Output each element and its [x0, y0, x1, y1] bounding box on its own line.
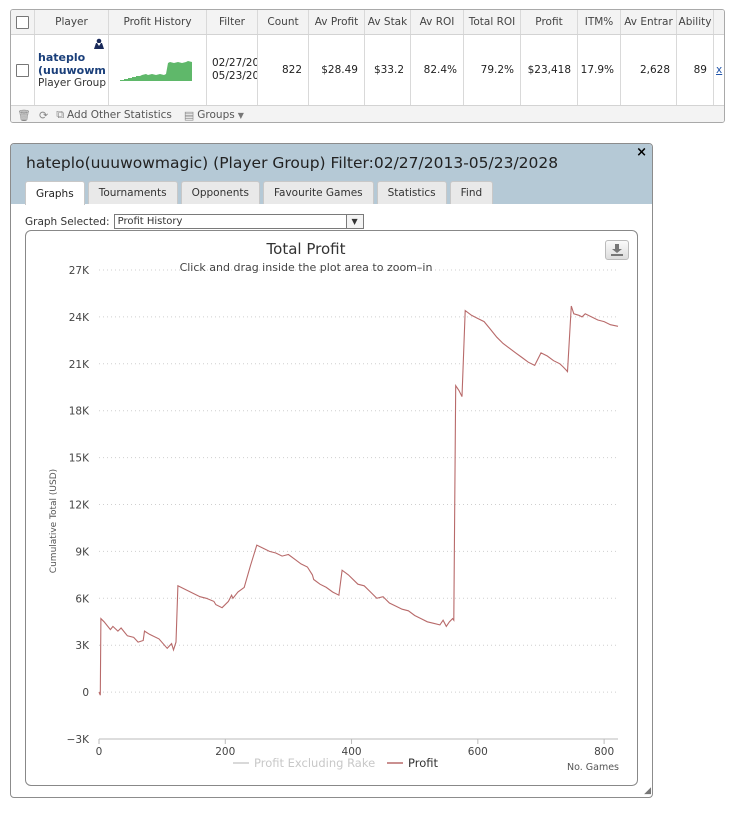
legend-item-profit[interactable]: Profit: [387, 756, 438, 770]
y-tick-label: 21K: [69, 359, 90, 371]
profit-chart[interactable]: −3K03K6K9K12K15K18K21K24K27K 0 200 400 600 8…: [26, 231, 637, 785]
filter-start-date: 02/27/20: [212, 57, 258, 69]
profit-history-cell: [109, 35, 207, 105]
refresh-icon[interactable]: ⟳: [39, 109, 48, 122]
filter-end-date: 05/23/20: [212, 70, 258, 82]
chart-subtitle: Click and drag inside the plot area to z…: [180, 261, 433, 274]
count-cell: 822: [258, 35, 309, 105]
row-select-cell: [11, 35, 35, 105]
resize-handle-icon[interactable]: ◢: [644, 786, 651, 796]
graph-select-value: Profit History: [117, 216, 183, 227]
add-window-icon: ⧉: [56, 108, 65, 121]
tab-opponents[interactable]: Opponents: [180, 181, 260, 204]
chevron-down-icon: ▼: [237, 110, 244, 120]
y-axis-label: Cumulative Total (USD): [49, 469, 59, 573]
x-tick-label: 200: [215, 746, 235, 758]
tab-favourite-games[interactable]: Favourite Games: [262, 181, 374, 204]
y-tick-label: 3K: [75, 640, 90, 652]
column-header-ability[interactable]: Ability: [677, 10, 714, 34]
player-cell[interactable]: hateplo (uuuwowm Player Group: [35, 35, 109, 105]
delete-icon[interactable]: 🗑: [17, 109, 31, 122]
dialog-tabs: Graphs Tournaments Opponents Favourite G…: [25, 181, 496, 205]
legend-label: Profit Excluding Rake: [254, 756, 375, 770]
y-tick-label: −3K: [67, 734, 90, 746]
groups-label: Groups: [197, 109, 235, 121]
itm-cell: 17.9%: [578, 35, 621, 105]
player-name-line2[interactable]: (uuuwowm: [38, 64, 106, 77]
x-tick-label: 0: [96, 746, 103, 758]
column-header-total-roi[interactable]: Total ROI: [464, 10, 521, 34]
player-name-line1[interactable]: hateplo: [38, 51, 85, 64]
column-header-profit[interactable]: Profit: [521, 10, 578, 34]
column-header-av-profit[interactable]: Av Profit: [309, 10, 365, 34]
x-tick-label: 600: [468, 746, 488, 758]
column-header-itm[interactable]: ITM%: [578, 10, 621, 34]
column-header-av-roi[interactable]: Av ROI: [411, 10, 464, 34]
av-entrants-cell: 2,628: [621, 35, 677, 105]
groups-icon: ▤: [183, 108, 195, 122]
download-icon: [611, 244, 623, 256]
row-link-cell: x: [714, 35, 724, 105]
filter-cell: 02/27/20 05/23/20: [207, 35, 258, 105]
graph-select-dropdown[interactable]: Profit History ▼: [113, 214, 364, 229]
tab-find[interactable]: Find: [449, 181, 494, 204]
mini-profit-chart: [119, 61, 192, 81]
column-header-av-entrants[interactable]: Av Entrar: [621, 10, 677, 34]
tab-statistics[interactable]: Statistics: [376, 181, 447, 204]
row-select-checkbox[interactable]: [16, 63, 29, 77]
player-type-label: Player Group: [38, 76, 106, 89]
x-axis-label: No. Games: [567, 762, 619, 773]
x-tick-label: 800: [594, 746, 614, 758]
close-icon[interactable]: ×: [636, 145, 647, 160]
dialog-header: hateplo(uuuwowmagic) (Player Group) Filt…: [11, 144, 652, 205]
total-roi-cell: 79.2%: [464, 35, 521, 105]
av-roi-cell: 82.4%: [411, 35, 464, 105]
series-line-profit[interactable]: [98, 305, 619, 696]
chart-title: Total Profit: [266, 240, 346, 258]
y-tick-label: 6K: [75, 593, 90, 605]
column-header-count[interactable]: Count: [258, 10, 309, 34]
table-toolbar: 🗑 ⟳ ⧉ Add Other Statistics ▤ Groups ▼: [11, 105, 724, 122]
profit-cell: $23,418: [521, 35, 578, 105]
column-header-extra: [714, 10, 724, 34]
download-button[interactable]: [605, 240, 629, 260]
table-header-row: Player Profit History Filter Count Av Pr…: [11, 10, 724, 35]
groups-button[interactable]: ▤ Groups ▼: [184, 109, 244, 122]
y-tick-label: 0: [82, 687, 89, 699]
y-tick-label: 15K: [69, 453, 90, 465]
y-tick-label: 12K: [69, 500, 90, 512]
column-header-player[interactable]: Player: [35, 10, 109, 34]
chevron-down-icon: ▼: [345, 215, 363, 228]
add-other-statistics-button[interactable]: ⧉ Add Other Statistics: [56, 108, 172, 122]
column-header-filter[interactable]: Filter: [207, 10, 258, 34]
y-tick-label: 24K: [69, 312, 90, 324]
column-header-profit-history[interactable]: Profit History: [109, 10, 207, 34]
ability-cell: 89: [677, 35, 714, 105]
chart-container: −3K 0 3K 6K 9K 12K 15K 18K 21K 24K 27K 0 200 400 600 8…: [25, 230, 638, 786]
graph-selector: Graph Selected: Profit History ▼: [25, 214, 364, 229]
select-all-cell: [11, 10, 35, 34]
av-profit-cell: $28.49: [309, 35, 365, 105]
legend-label: Profit: [408, 756, 438, 770]
graph-selected-label: Graph Selected:: [25, 215, 110, 228]
player-group-icon: [93, 37, 105, 53]
y-tick-label: 9K: [75, 546, 90, 558]
add-other-statistics-label: Add Other Statistics: [67, 109, 172, 121]
select-all-checkbox[interactable]: [16, 15, 29, 29]
column-header-av-stake[interactable]: Av Stak: [365, 10, 411, 34]
av-stake-cell: $33.2: [365, 35, 411, 105]
statistics-table-panel: Player Profit History Filter Count Av Pr…: [10, 9, 725, 123]
legend-item-profit-excluding-rake[interactable]: Profit Excluding Rake: [233, 756, 375, 770]
tab-graphs[interactable]: Graphs: [25, 181, 85, 205]
player-group-dialog: hateplo(uuuwowmagic) (Player Group) Filt…: [10, 143, 653, 798]
y-tick-label: 27K: [69, 265, 90, 277]
row-action-link[interactable]: x: [716, 64, 722, 76]
table-row[interactable]: hateplo (uuuwowm Player Group 02/27/20 0…: [11, 35, 724, 105]
tab-tournaments[interactable]: Tournaments: [87, 181, 178, 204]
dialog-title: hateplo(uuuwowmagic) (Player Group) Filt…: [26, 154, 559, 172]
y-tick-label: 18K: [69, 406, 90, 418]
